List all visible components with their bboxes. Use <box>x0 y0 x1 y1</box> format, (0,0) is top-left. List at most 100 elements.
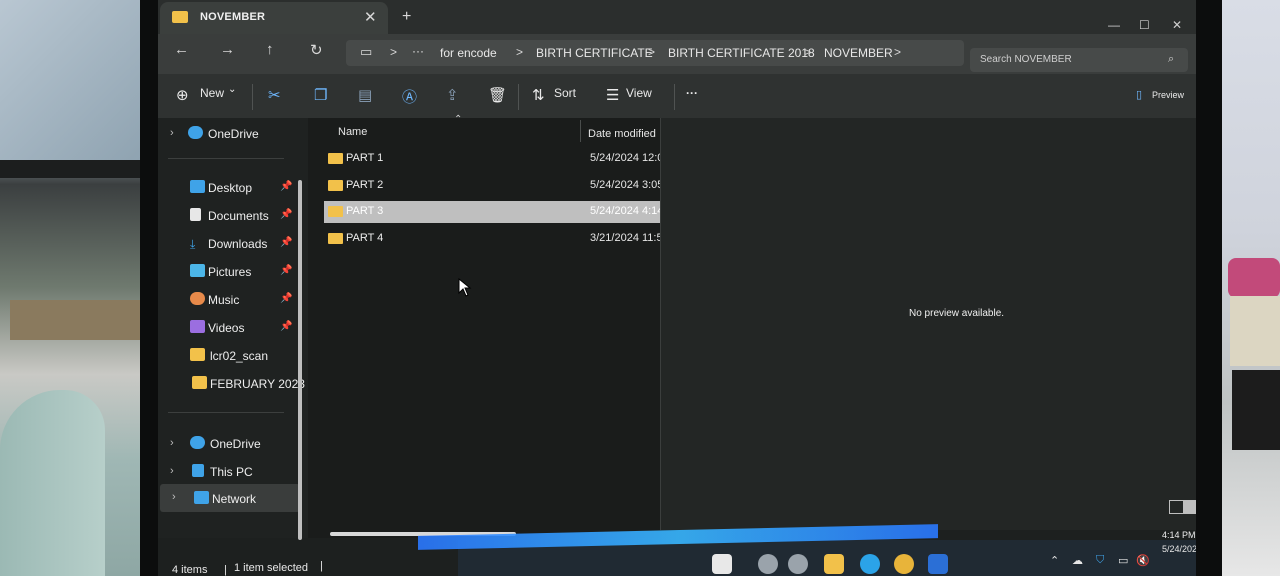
paste-icon[interactable]: ▤ <box>358 86 372 104</box>
breadcrumb-birth-certificate[interactable]: BIRTH CERTIFICATE <box>536 46 653 60</box>
sidebar-item-documents[interactable]: Documents 📌 <box>158 204 298 230</box>
breadcrumb-november[interactable]: NOVEMBER <box>824 46 893 60</box>
breadcrumb-separator: > <box>648 45 656 59</box>
column-divider[interactable] <box>580 120 581 142</box>
delete-icon[interactable]: 🗑 <box>488 86 507 104</box>
background-left <box>0 0 160 576</box>
breadcrumb-for-encode[interactable]: for encode <box>440 46 497 60</box>
sidebar-item-label: lcr02_scan <box>210 349 269 363</box>
sidebar-item-label: Desktop <box>208 181 253 195</box>
refresh-button[interactable]: ↻ <box>310 41 323 59</box>
pin-icon[interactable]: 📌 <box>280 321 292 332</box>
file-row[interactable]: PART 4 3/21/2024 11:5 <box>324 228 660 250</box>
breadcrumb-separator: > <box>804 45 812 59</box>
folder-icon <box>328 233 343 244</box>
monitor-bezel <box>1196 0 1222 576</box>
more-options-button[interactable]: ··· <box>686 86 698 100</box>
address-bar[interactable]: ▭ > ··· for encode > BIRTH CERTIFICATE >… <box>346 40 964 66</box>
clock-time[interactable]: 4:14 PM <box>1162 530 1196 540</box>
sidebar-item-desktop[interactable]: Desktop 📌 <box>158 176 298 202</box>
forward-button[interactable]: → <box>220 41 235 58</box>
pc-icon <box>192 464 204 477</box>
app-icon[interactable] <box>712 554 732 574</box>
tiles-view-icon[interactable] <box>1183 500 1196 514</box>
sidebar-item-lcr02-scan[interactable]: lcr02_scan <box>158 344 298 370</box>
sidebar-scrollbar[interactable] <box>298 180 302 540</box>
sidebar-item-onedrive[interactable]: › OneDrive <box>158 122 298 148</box>
file-list: ⌃ Name Date modified PART 1 5/24/2024 12… <box>308 114 660 538</box>
breadcrumb-separator: > <box>516 45 524 59</box>
chrome-icon[interactable] <box>894 554 914 574</box>
file-explorer-icon[interactable] <box>824 554 844 574</box>
sidebar-item-this-pc[interactable]: › This PC <box>158 460 298 486</box>
sidebar-item-music[interactable]: Music 📌 <box>158 288 298 314</box>
tab-label: NOVEMBER <box>200 11 266 23</box>
sidebar-item-onedrive[interactable]: › OneDrive <box>158 432 298 458</box>
sidebar-item-pictures[interactable]: Pictures 📌 <box>158 260 298 286</box>
sidebar-item-label: Downloads <box>208 237 268 251</box>
sidebar-item-network[interactable]: › Network <box>160 484 300 512</box>
preview-message: No preview available. <box>909 308 1005 319</box>
status-separator: | <box>320 560 323 572</box>
app-icon[interactable] <box>758 554 778 574</box>
search-input[interactable]: Search NOVEMBER <box>980 54 1072 65</box>
sidebar-item-downloads[interactable]: ⤓ Downloads 📌 <box>158 232 298 258</box>
pictures-icon <box>190 264 205 277</box>
network-tray-icon[interactable]: ▭ <box>1118 554 1128 567</box>
sidebar-item-videos[interactable]: Videos 📌 <box>158 316 298 342</box>
taskbar: ⌃ ☁ ⛉ ▭ 🔇 4:14 PM 5/24/2024 <box>418 524 1196 576</box>
pin-icon[interactable]: 📌 <box>280 265 292 276</box>
navigation-pane: › OneDrive Desktop 📌 Documents 📌 ⤓ Downl… <box>158 118 308 540</box>
chevron-right-icon: › <box>170 437 174 449</box>
minimize-button[interactable]: — <box>1108 18 1120 32</box>
file-row[interactable]: PART 1 5/24/2024 12:0 <box>324 148 660 170</box>
column-header-name[interactable]: Name <box>338 126 367 138</box>
up-button[interactable]: ↑ <box>266 41 274 58</box>
close-window-button[interactable]: ✕ <box>1172 18 1182 32</box>
share-icon[interactable]: ⇪ <box>446 86 459 104</box>
volume-muted-icon[interactable]: 🔇 <box>1136 554 1150 567</box>
chevron-down-icon: ⌄ <box>228 84 237 95</box>
back-button[interactable]: ← <box>174 41 189 58</box>
maximize-button[interactable]: ☐ <box>1139 18 1150 32</box>
column-header-date[interactable]: Date modified <box>588 128 656 140</box>
close-tab-button[interactable]: ✕ <box>364 8 377 26</box>
download-icon: ⤓ <box>190 237 196 251</box>
sidebar-item-label: OneDrive <box>210 437 261 451</box>
item-count: 4 items <box>172 564 208 576</box>
shield-icon[interactable]: ⛉ <box>1096 554 1104 567</box>
copy-icon[interactable]: ❐ <box>314 86 327 104</box>
file-row-selected[interactable]: PART 3 5/24/2024 4:14 <box>324 201 660 223</box>
sort-indicator-icon: ⌃ <box>454 114 463 125</box>
tab-november[interactable]: NOVEMBER ✕ <box>160 2 388 34</box>
clock-date[interactable]: 5/24/2024 <box>1162 544 1196 554</box>
search-box[interactable]: Search NOVEMBER ⌕ <box>970 48 1188 72</box>
background-shelf <box>10 300 140 340</box>
breadcrumb-overflow[interactable]: ··· <box>412 44 424 58</box>
background-object <box>1228 258 1280 298</box>
edge-icon[interactable] <box>860 554 880 574</box>
pin-icon[interactable]: 📌 <box>280 181 292 192</box>
breadcrumb-birth-certificate-2018[interactable]: BIRTH CERTIFICATE 2018 <box>668 46 815 60</box>
new-button[interactable]: New <box>200 86 224 100</box>
pin-icon[interactable]: 📌 <box>280 209 292 220</box>
background-bin <box>0 390 105 576</box>
rename-icon[interactable]: Ⓐ <box>402 86 417 107</box>
folder-icon <box>190 348 205 361</box>
pin-icon[interactable]: 📌 <box>280 293 292 304</box>
word-icon[interactable] <box>928 554 948 574</box>
plus-circle-icon: ⊕ <box>176 87 189 104</box>
new-tab-button[interactable]: + <box>402 8 411 26</box>
preview-button[interactable]: Preview <box>1152 90 1184 100</box>
file-row[interactable]: PART 2 5/24/2024 3:05 <box>324 175 660 197</box>
sidebar-item-label: Pictures <box>208 265 252 279</box>
sort-button[interactable]: Sort <box>554 86 576 100</box>
pin-icon[interactable]: 📌 <box>280 237 292 248</box>
sidebar-item-february-2023[interactable]: FEBRUARY 2023 <box>158 372 305 398</box>
view-button[interactable]: View <box>626 86 652 100</box>
cut-icon[interactable]: ✂ <box>268 86 281 104</box>
chevron-up-icon[interactable]: ⌃ <box>1050 554 1059 567</box>
settings-icon[interactable] <box>788 554 808 574</box>
sidebar-item-label: FEBRUARY 2023 <box>210 377 305 391</box>
cloud-tray-icon[interactable]: ☁ <box>1072 554 1083 567</box>
